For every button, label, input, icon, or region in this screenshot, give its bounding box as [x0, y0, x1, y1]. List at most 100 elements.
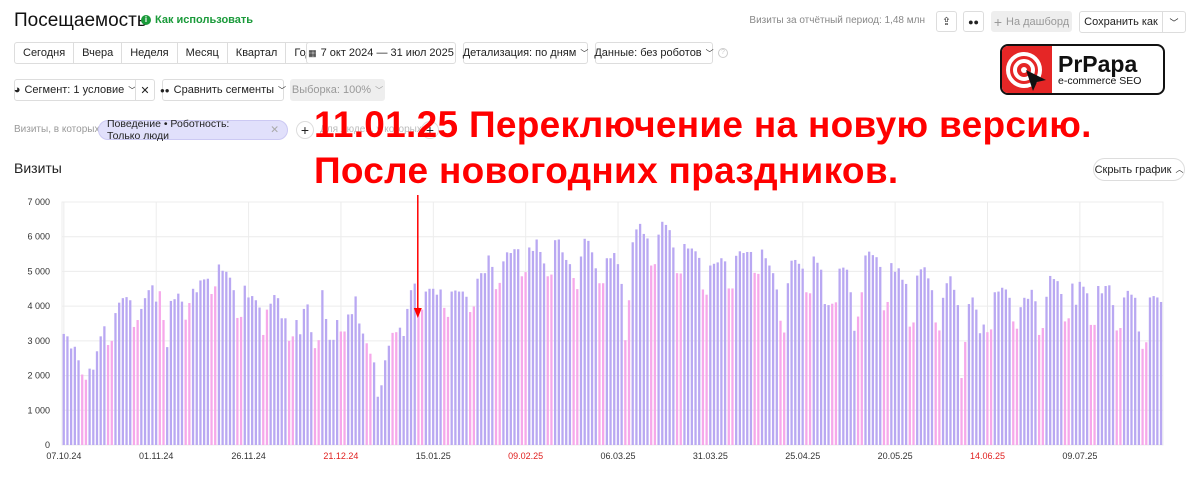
bar-weekday	[583, 238, 586, 445]
bar-weekend	[443, 307, 446, 445]
bar-weekday	[280, 318, 283, 445]
bar-weekend	[184, 319, 187, 445]
bar-weekday	[927, 278, 930, 445]
x-tick-label: 01.11.24	[139, 451, 173, 461]
bar-weekend	[262, 334, 265, 445]
bar-weekend	[834, 302, 838, 445]
logo-tagline: e-commerce SEO	[1058, 74, 1142, 87]
bar-weekday	[794, 259, 797, 445]
bar-weekday	[1137, 331, 1141, 445]
bar-weekday	[1082, 286, 1085, 445]
bar-weekday	[225, 271, 228, 445]
bar-weekend	[472, 306, 475, 445]
bar-weekday	[457, 291, 461, 445]
bar-weekday	[251, 296, 254, 445]
bar-weekday	[69, 348, 73, 445]
bar-weekday	[594, 268, 597, 445]
bar-weekday	[646, 238, 649, 445]
bar-weekday	[269, 303, 272, 445]
x-tick-label: 21.12.24	[323, 451, 358, 461]
bar-weekday	[1074, 304, 1078, 445]
bar-weekday	[786, 283, 790, 445]
bar-weekend	[934, 322, 937, 445]
bar-weekend	[158, 291, 161, 445]
bar-weekday	[1008, 297, 1011, 445]
x-tick-label: 26.11.24	[231, 451, 265, 461]
bar-weekday	[247, 297, 250, 445]
bar-weekday	[502, 261, 505, 445]
bar-weekday	[801, 268, 804, 445]
bar-weekday	[982, 324, 985, 445]
bar-weekday	[487, 255, 490, 445]
bar-weekday	[99, 336, 102, 445]
bar-weekend	[1015, 328, 1019, 445]
bar-weekday	[243, 285, 246, 445]
bar-weekday	[893, 271, 897, 445]
x-tick-label: 06.03.25	[601, 451, 636, 461]
bar-weekday	[993, 292, 996, 445]
bar-weekend	[705, 294, 708, 445]
bar-weekday	[790, 260, 793, 445]
bar-weekday	[103, 326, 106, 445]
bar-weekday	[916, 275, 919, 445]
bar-weekday	[1023, 297, 1026, 445]
bar-weekday	[328, 339, 331, 445]
bar-weekday	[609, 258, 612, 445]
bar-weekday	[169, 300, 173, 445]
bar-weekend	[1115, 330, 1118, 445]
annotation-line-2: После новогодних праздников.	[314, 150, 899, 191]
bar-weekday	[480, 273, 483, 445]
bar-weekend	[446, 316, 450, 445]
bar-weekday	[698, 257, 701, 445]
y-tick-label: 6 000	[27, 232, 50, 242]
bar-weekend	[731, 288, 734, 445]
bar-weekday	[1030, 289, 1033, 445]
bar-weekday	[321, 290, 324, 445]
bar-weekday	[409, 290, 413, 445]
bar-weekday	[221, 270, 224, 445]
bar-weekend	[675, 273, 679, 445]
bar-weekday	[901, 279, 904, 445]
bar-weekday	[760, 249, 764, 445]
bar-weekday	[553, 240, 557, 445]
bar-weekday	[749, 251, 753, 445]
bar-weekend	[783, 332, 786, 445]
bar-weekday	[347, 314, 350, 445]
bar-weekend	[291, 336, 294, 445]
bar-weekday	[177, 293, 180, 445]
bar-weekday	[73, 346, 76, 445]
bar-weekday	[324, 318, 328, 445]
bar-weekday	[565, 259, 568, 445]
bar-weekend	[132, 326, 136, 445]
bar-weekday	[1130, 294, 1133, 445]
bar-weekday	[1019, 307, 1022, 445]
bar-weekday	[1086, 293, 1089, 445]
bar-weekday	[1001, 287, 1004, 445]
x-tick-label: 09.07.25	[1062, 451, 1097, 461]
bar-weekend	[576, 289, 579, 445]
bar-weekday	[228, 277, 232, 445]
bar-weekday	[180, 301, 184, 445]
bar-weekend	[650, 265, 653, 445]
bar-weekday	[712, 263, 716, 445]
bar-weekend	[624, 340, 627, 445]
bar-weekday	[217, 264, 221, 445]
bar-weekday	[775, 289, 778, 445]
bar-weekday	[930, 290, 934, 445]
x-tick-label: 14.06.25	[970, 451, 1005, 461]
bar-weekday	[361, 333, 365, 445]
bar-weekday	[827, 305, 830, 445]
bar-weekday	[661, 221, 664, 445]
bar-weekday	[568, 264, 572, 445]
bar-weekday	[350, 314, 354, 445]
bar-weekday	[953, 289, 956, 445]
bar-weekday	[92, 369, 95, 445]
bar-weekend	[106, 345, 110, 445]
bar-weekday	[897, 268, 900, 445]
bar-weekday	[332, 339, 335, 445]
bar-weekday	[949, 276, 952, 445]
bar-weekday	[95, 351, 99, 445]
bar-weekday	[716, 262, 719, 445]
bar-weekday	[1156, 297, 1159, 445]
bar-weekday	[299, 334, 302, 445]
